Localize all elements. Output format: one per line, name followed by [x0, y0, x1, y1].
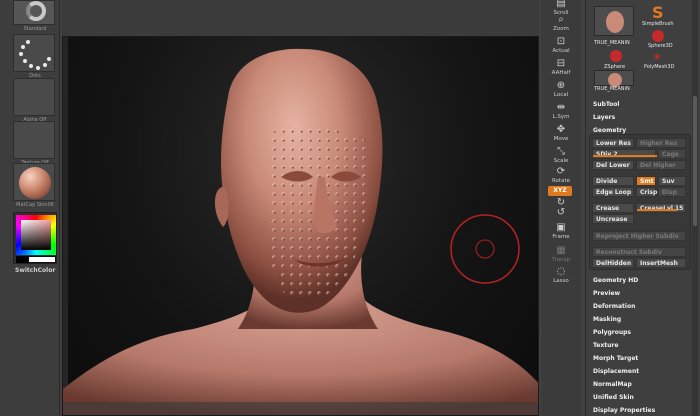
secondary-color-swatch[interactable] [16, 256, 28, 263]
color-picker[interactable] [13, 212, 57, 264]
simplebrush-icon[interactable]: S [640, 2, 676, 22]
del-lower-button[interactable]: Del Lower [592, 160, 634, 170]
smt-toggle[interactable]: Smt [636, 176, 656, 186]
preview-section[interactable]: Preview [593, 290, 620, 297]
crisp-toggle[interactable]: Crisp [636, 187, 657, 197]
display-properties-section[interactable]: Display Properties [593, 407, 655, 414]
divide-button[interactable]: Divide [592, 176, 634, 186]
scale-icon: ⤡ [557, 146, 565, 157]
sdiv-slider-fill [593, 155, 657, 157]
layers-section[interactable]: Layers [593, 114, 615, 121]
polymesh3d-icon[interactable]: ✶ [648, 48, 668, 64]
rotate-y-icon: ↺ [556, 207, 566, 218]
sdiv-slider[interactable]: SDiv 2 [592, 149, 657, 159]
unified-skin-section[interactable]: Unified Skin [593, 394, 634, 401]
tool-palette: TRUE_MEANIN S SimpleBrush Sphere3D ZSphe… [592, 0, 692, 94]
delhidden-button[interactable]: DelHidden [592, 258, 634, 268]
del-higher-button[interactable]: Del Higher [636, 160, 686, 170]
suv-toggle[interactable]: Suv [658, 176, 686, 186]
reproject-higher-subdiv-button[interactable]: Reproject Higher Subdiv [592, 231, 686, 241]
zoom-icon: ⌕ [558, 14, 564, 25]
subtool-section[interactable]: SubTool [593, 101, 619, 108]
svg-text:S: S [652, 3, 664, 22]
transp-icon: ▦ [556, 245, 566, 256]
actual-button[interactable]: ⊡ Actual [547, 36, 575, 60]
disp-slider[interactable]: Disp [658, 187, 686, 197]
zbrush-window: Standard Dots Alpha Off MatCap Skin06 Sw… [0, 0, 700, 416]
alpha-selector[interactable]: Alpha Off [13, 78, 57, 123]
lower-res-button[interactable]: Lower Res [592, 138, 634, 148]
higher-res-button[interactable]: Higher Res [636, 138, 686, 148]
brush-label: Standard [23, 26, 47, 32]
reconstruct-subdiv-button[interactable]: Reconstruct Subdiv [592, 247, 686, 257]
frame-icon: ▣ [556, 222, 566, 233]
standard-brush-icon [13, 0, 55, 25]
crease-button[interactable]: Crease [592, 203, 634, 213]
main-color-swatch[interactable] [28, 256, 56, 263]
tool-name: SimpleBrush [642, 21, 674, 27]
alpha-thumbnail [13, 78, 55, 116]
masking-section[interactable]: Masking [593, 316, 621, 323]
aahalf-button[interactable]: ⊟ AAHalf [547, 58, 575, 82]
displacement-section[interactable]: Displacement [593, 368, 639, 375]
lsym-icon: ⇹ [556, 102, 566, 113]
xyz-toggle[interactable]: XYZ [548, 186, 572, 196]
crease-level-slider[interactable]: CreaseLvl 15 [636, 203, 686, 213]
svg-text:✶: ✶ [652, 50, 662, 63]
lsym-button[interactable]: ⇹ L.Sym [547, 102, 575, 126]
material-selector[interactable]: MatCap Skin06 [13, 163, 57, 208]
texture-section[interactable]: Texture [593, 342, 618, 349]
local-icon: ⊕ [556, 80, 566, 91]
brush-cursor [450, 214, 520, 284]
zsphere-icon[interactable] [606, 48, 626, 62]
document-canvas[interactable] [62, 36, 539, 416]
tool-name: TRUE_MEANIN [594, 40, 630, 46]
insertmesh-button[interactable]: InsertMesh [636, 258, 686, 268]
brush-selector[interactable]: Standard [13, 0, 57, 32]
geometry-hd-section[interactable]: Geometry HD [593, 277, 638, 284]
normalmap-section[interactable]: NormalMap [593, 381, 632, 388]
right-toolbar: ▤ Scroll ⌕ Zoom ⊡ Actual ⊟ AAHalf ⊕ Local ⇹ L.… [541, 0, 581, 416]
deformation-section[interactable]: Deformation [593, 303, 635, 310]
actual-icon: ⊡ [556, 36, 566, 47]
left-shelf: Standard Dots Alpha Off MatCap Skin06 Sw… [0, 0, 60, 416]
aahalf-icon: ⊟ [556, 58, 566, 69]
stroke-selector[interactable]: Dots [13, 34, 57, 79]
zoom-button[interactable]: ⌕ Zoom [547, 14, 575, 38]
rotate-icon: ⟳ [556, 166, 566, 177]
lasso-button[interactable]: ◌ Lasso [547, 266, 575, 290]
cage-button[interactable]: Cage [658, 149, 686, 159]
saturation-value-square[interactable] [21, 220, 51, 250]
geometry-section[interactable]: Geometry [593, 127, 626, 134]
polygroups-section[interactable]: Polygroups [593, 329, 631, 336]
crease-level-slider-fill [637, 209, 677, 211]
frame-button[interactable]: ▣ Frame [547, 222, 575, 246]
edge-loop-button[interactable]: Edge Loop [592, 187, 634, 197]
dots-stroke-icon [13, 34, 55, 72]
texture-thumbnail [13, 121, 55, 159]
panel-scrollbar-thumb[interactable] [693, 96, 697, 226]
local-button[interactable]: ⊕ Local [547, 80, 575, 104]
tool-name: PolyMesh3D [644, 64, 675, 70]
lasso-icon: ◌ [556, 266, 566, 277]
move-icon: ✥ [556, 124, 566, 135]
tool-name: TRUE_MEANIN [594, 86, 630, 92]
sculpt-model[interactable] [63, 37, 539, 416]
texture-selector[interactable]: Texture Off [13, 121, 57, 166]
matcap-skin-icon [13, 163, 55, 201]
tool-thumb-true-meaning-2[interactable] [594, 70, 634, 87]
switch-color-button[interactable]: SwitchColor [15, 267, 55, 274]
scroll-icon: ▤ [556, 0, 566, 9]
sphere3d-icon[interactable] [646, 28, 670, 42]
canvas-top-strip [62, 0, 539, 36]
morph-target-section[interactable]: Morph Target [593, 355, 638, 362]
move-button[interactable]: ✥ Move [547, 124, 575, 148]
tool-thumb-true-meaning[interactable] [594, 6, 634, 36]
material-label: MatCap Skin06 [16, 202, 54, 208]
uncrease-button[interactable]: Uncrease [592, 214, 634, 224]
